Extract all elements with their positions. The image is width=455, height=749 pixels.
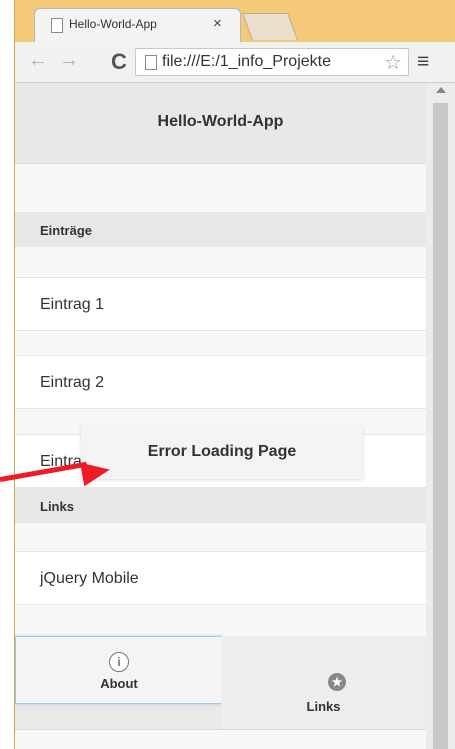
browser-window: Hello-World-App × ← → C file:///E:/1_inf… [14,0,455,749]
url-text[interactable]: file:///E:/1_info_Projekte [162,53,372,71]
list-item-eintrag-1[interactable]: Eintrag 1 [15,277,426,331]
page-icon [51,18,63,33]
info-icon: i [109,652,129,672]
error-popup: Error Loading Page [81,425,363,479]
footer-navbar: i About ★ Links [15,636,426,729]
list-item-label: Eintrag 1 [40,296,105,313]
address-bar[interactable]: file:///E:/1_info_Projekte ☆ [135,48,409,76]
section-label: Einträge [40,223,93,238]
app-header: Hello-World-App [15,83,426,164]
browser-tab[interactable]: Hello-World-App × [34,8,241,43]
vertical-scrollbar[interactable] [426,83,455,749]
tab-title: Hello-World-App [69,17,157,31]
scroll-up-icon[interactable] [436,87,446,93]
forward-icon[interactable]: → [59,49,79,72]
back-icon[interactable]: ← [28,49,48,72]
browser-toolbar: ← → C file:///E:/1_info_Projekte ☆ ≡ [15,42,455,83]
about-button[interactable]: i About [15,636,223,704]
list-item-label: Eintrag 2 [40,374,105,391]
screenshot-frame: Hello-World-App × ← → C file:///E:/1_inf… [0,0,455,749]
about-label: About [100,676,138,691]
reload-icon[interactable]: C [111,49,127,75]
list-item-jquery-mobile[interactable]: jQuery Mobile [15,551,426,605]
list-item-label: jQuery Mobile [40,570,139,587]
annotation-arrow-head-icon [80,457,112,487]
error-message: Error Loading Page [147,443,297,460]
links-label: Links [306,699,341,714]
star-icon: ★ [328,673,346,691]
scrollbar-thumb[interactable] [433,103,448,749]
close-tab-icon[interactable]: × [213,15,222,32]
bookmark-star-icon[interactable]: ☆ [384,50,402,75]
page-icon [145,55,157,70]
new-tab-button[interactable] [242,13,298,40]
browser-menu-icon[interactable]: ≡ [417,50,429,74]
links-button[interactable]: ★ Links [221,636,426,729]
list-item-eintrag-2[interactable]: Eintrag 2 [15,355,426,409]
web-page: Hello-World-App Einträge Eintrag 1 Eintr… [15,83,426,749]
section-header-eintraege: Einträge [15,212,426,247]
page-bottom-area [15,729,426,749]
section-header-links: Links [15,488,426,523]
tab-strip: Hello-World-App × [15,0,455,43]
page-title: Hello-World-App [157,113,284,130]
section-label: Links [40,499,74,514]
